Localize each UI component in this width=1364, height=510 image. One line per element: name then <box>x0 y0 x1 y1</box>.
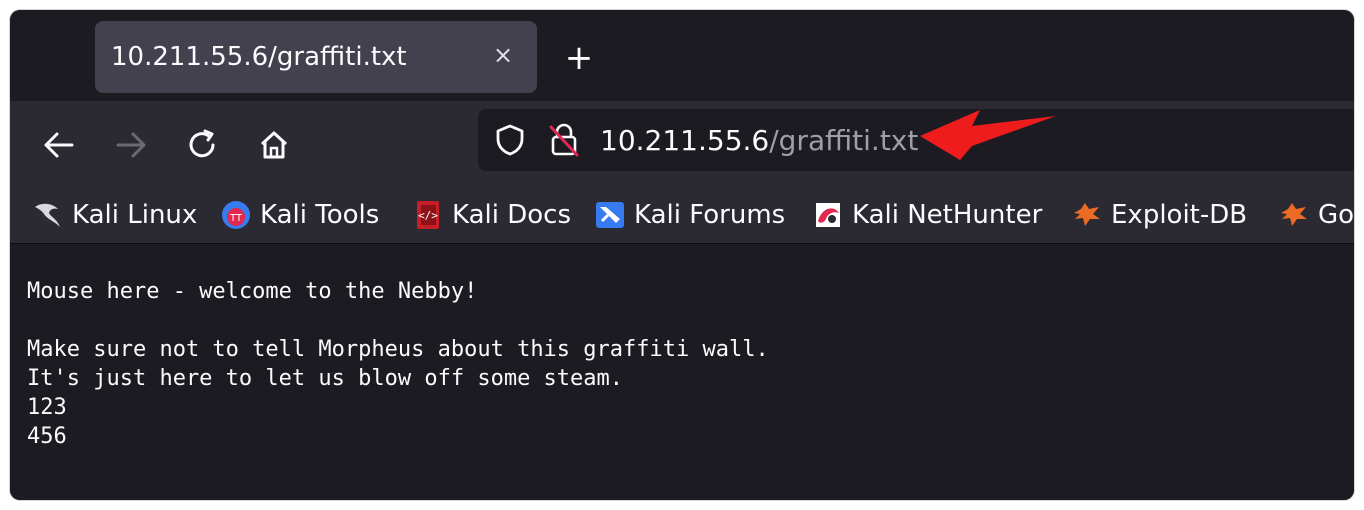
reload-button[interactable] <box>183 125 223 165</box>
url-path: /graffiti.txt <box>769 124 919 157</box>
url-host: 10.211.55.6 <box>600 124 770 157</box>
kali-dragon-icon <box>32 199 64 231</box>
text-line: It's just here to let us blow off some s… <box>27 366 624 391</box>
bookmarks-toolbar: Kali Linux TT Kali Tools </> Kali Docs K… <box>10 189 1354 244</box>
bookmark-label: Exploit-DB <box>1111 200 1248 230</box>
navigation-toolbar: 10.211.55.6/graffiti.txt <box>10 101 1354 189</box>
bookmark-go[interactable]: Go <box>1278 195 1354 235</box>
tab-bar: 10.211.55.6/graffiti.txt × + <box>10 10 1354 101</box>
ghdb-icon <box>1278 199 1310 231</box>
page-content: Mouse here - welcome to the Nebby! Make … <box>10 244 1354 500</box>
svg-text:</>: </> <box>418 209 438 222</box>
bookmark-exploit-db[interactable]: Exploit-DB <box>1071 195 1247 235</box>
back-button[interactable] <box>39 125 79 165</box>
new-tab-button[interactable]: + <box>563 41 595 75</box>
text-line: 456 <box>27 424 67 449</box>
bookmark-kali-linux[interactable]: Kali Linux <box>32 195 197 235</box>
bookmark-label: Kali Linux <box>72 200 198 230</box>
insecure-lock-icon[interactable] <box>548 122 580 158</box>
kali-tools-icon: TT <box>220 199 252 231</box>
bookmark-kali-docs[interactable]: </> Kali Docs <box>412 195 571 235</box>
bookmark-label: Kali Docs <box>452 200 572 230</box>
home-button[interactable] <box>254 125 294 165</box>
annotation-arrow-icon <box>920 110 1056 160</box>
reload-icon <box>189 129 215 158</box>
home-icon <box>260 131 288 159</box>
forward-arrow-icon <box>116 132 146 158</box>
text-line: Make sure not to tell Morpheus about thi… <box>27 337 769 362</box>
text-line: 123 <box>27 395 67 420</box>
bookmark-kali-nethunter[interactable]: Kali NetHunter <box>812 195 1042 235</box>
forward-button[interactable] <box>111 125 151 165</box>
close-icon[interactable]: × <box>491 43 515 67</box>
browser-window: 10.211.55.6/graffiti.txt × + 10.211.55.6… <box>10 10 1354 500</box>
nethunter-icon <box>812 199 844 231</box>
url-text[interactable]: 10.211.55.6/graffiti.txt <box>600 124 918 157</box>
svg-text:TT: TT <box>229 213 243 224</box>
bookmark-kali-forums[interactable]: Kali Forums <box>594 195 785 235</box>
text-line: Mouse here - welcome to the Nebby! <box>27 279 478 304</box>
tab-graffiti[interactable]: 10.211.55.6/graffiti.txt × <box>95 21 537 93</box>
bookmark-label: Kali Tools <box>260 200 380 230</box>
bookmark-label: Kali NetHunter <box>852 200 1043 230</box>
bookmark-label: Kali Forums <box>634 200 786 230</box>
back-arrow-icon <box>44 132 74 158</box>
bookmark-kali-tools[interactable]: TT Kali Tools <box>220 195 379 235</box>
tab-title: 10.211.55.6/graffiti.txt <box>111 42 407 72</box>
exploit-db-icon <box>1071 199 1103 231</box>
bookmark-label: Go <box>1318 200 1354 230</box>
kali-forums-icon <box>594 199 626 231</box>
shield-icon[interactable] <box>494 123 526 157</box>
kali-docs-icon: </> <box>412 199 444 231</box>
